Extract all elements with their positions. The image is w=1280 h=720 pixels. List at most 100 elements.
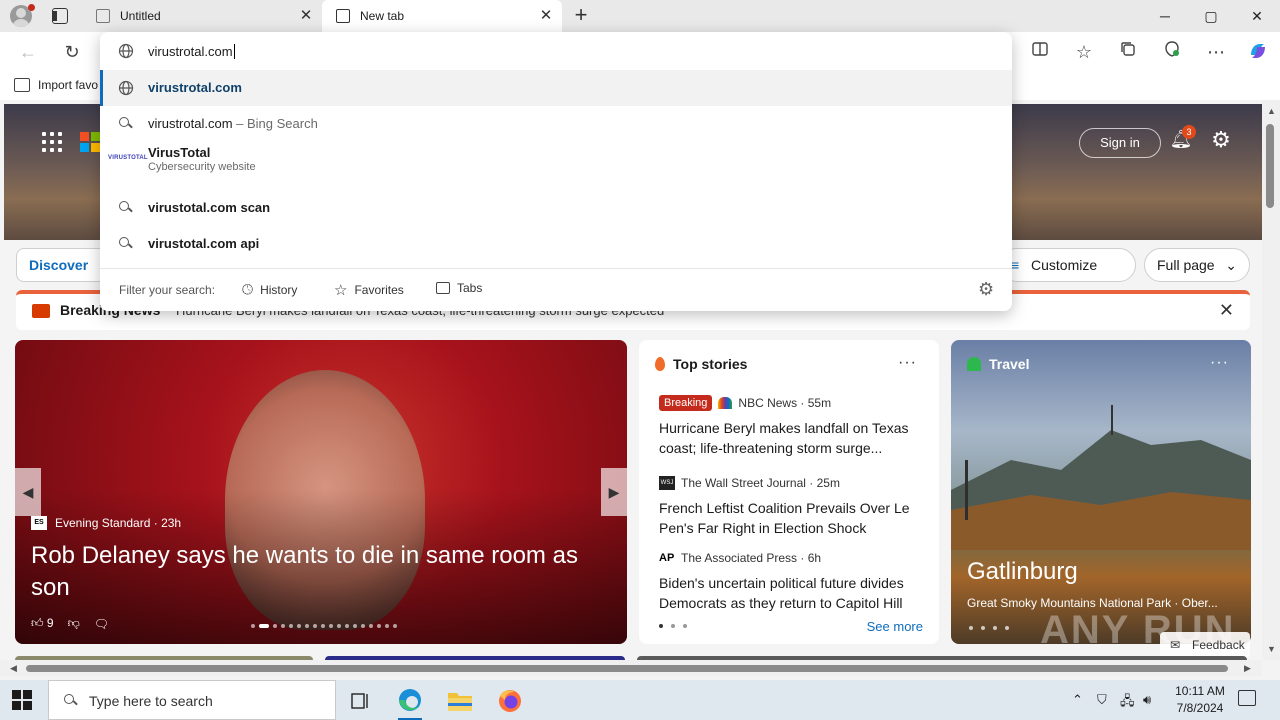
tab-actions-icon[interactable] (52, 8, 68, 24)
hero-headline[interactable]: Rob Delaney says he wants to die in same… (31, 540, 611, 604)
security-icon[interactable]: ⛉ (1097, 692, 1107, 708)
discover-tab[interactable]: Discover (16, 248, 106, 282)
volume-icon[interactable]: 🔊︎ (1143, 692, 1151, 708)
see-more-link[interactable]: See more (867, 619, 923, 634)
hero-reactions: 👍︎ 9 👎︎ 🗨︎ (31, 616, 109, 631)
scroll-down-icon[interactable]: ▼ (1267, 644, 1276, 654)
more-menu-icon[interactable]: ⋯ (1204, 40, 1228, 64)
breaking-badge: Breaking (659, 395, 713, 411)
collections-icon[interactable] (1116, 40, 1140, 64)
filter-label: Filter your search: (119, 283, 216, 297)
maximize-button[interactable]: ▢ (1188, 0, 1234, 32)
hero-news-card[interactable]: ◀ ▶ ES Evening Standard · 23h Rob Delane… (15, 340, 627, 644)
chevron-down-icon: ⌄ (1225, 257, 1237, 273)
scroll-right-icon[interactable]: ▶ (1244, 663, 1251, 674)
suggestion-label: virustrotal.com (148, 116, 233, 131)
copilot-icon[interactable] (1246, 40, 1270, 64)
horizontal-scroll-thumb[interactable] (26, 665, 1228, 672)
action-center-icon[interactable] (1238, 690, 1256, 706)
scroll-left-icon[interactable]: ◀ (10, 663, 17, 674)
newtab-icon (336, 9, 350, 23)
travel-heading: Travel (989, 356, 1030, 372)
sign-in-button[interactable]: Sign in (1079, 128, 1161, 158)
minimize-button[interactable]: ─ (1142, 0, 1188, 32)
suggestion-url[interactable]: virustrotal.com (100, 70, 1012, 106)
vertical-scrollbar[interactable]: ▲ ▼ (1262, 100, 1280, 660)
gear-icon[interactable]: ⚙ (978, 279, 994, 300)
layout-dropdown-label: Full page (1157, 257, 1215, 273)
carousel-prev-icon[interactable]: ◀ (15, 468, 41, 516)
import-favorites-button[interactable]: Import favo (14, 78, 98, 92)
dislike-icon[interactable]: 👎︎ (68, 616, 80, 631)
nbc-logo (718, 397, 733, 409)
story-source: NBC News · 55m (738, 396, 832, 410)
close-window-button[interactable]: ✕ (1234, 0, 1280, 32)
browser-essentials-icon[interactable] (1160, 40, 1184, 64)
system-clock[interactable]: 10:11 AM 7/8/2024 (1160, 683, 1240, 717)
evening-standard-logo: ES (31, 516, 47, 530)
tab-new-tab[interactable]: New tab ✕ (322, 0, 562, 32)
hero-source: ES Evening Standard · 23h (31, 516, 181, 530)
globe-icon (118, 80, 134, 96)
like-icon[interactable]: 👍︎ 9 (31, 616, 54, 631)
feedback-icon: ✉ (1170, 638, 1181, 652)
network-icon[interactable]: 🖧︎ (1120, 692, 1135, 714)
close-tab-icon[interactable]: ✕ (538, 8, 554, 24)
address-input[interactable]: virustrotal.com (148, 44, 233, 59)
file-explorer-icon[interactable] (438, 684, 482, 720)
feedback-label: Feedback (1192, 638, 1245, 652)
page-settings-gear-icon[interactable]: ⚙ (1209, 128, 1233, 152)
layout-dropdown[interactable]: Full page ⌄ (1144, 248, 1250, 282)
suggestion-search[interactable]: virustotal.com api (100, 226, 1012, 262)
new-tab-button[interactable]: + (570, 4, 592, 26)
customize-feed-button[interactable]: ≡ Customize feed (1000, 248, 1136, 305)
firefox-icon[interactable] (488, 684, 532, 720)
taskbar-search-box[interactable]: Type here to search (48, 680, 336, 720)
story-item[interactable]: WSJ The Wall Street Journal · 25m French… (659, 474, 923, 538)
fire-icon (655, 357, 665, 371)
horizontal-scrollbar[interactable]: ◀ ▶ (0, 660, 1262, 676)
story-item[interactable]: Breaking NBC News · 55m Hurricane Beryl … (659, 394, 923, 458)
hero-source-label: Evening Standard · 23h (55, 516, 182, 530)
feedback-button[interactable]: ✉ Feedback (1160, 632, 1250, 658)
app-launcher-icon[interactable] (42, 132, 62, 152)
story-item[interactable]: AP The Associated Press · 6h Biden's unc… (659, 549, 923, 613)
refresh-icon[interactable]: ↻ (60, 40, 84, 64)
tab-untitled[interactable]: Untitled ✕ (82, 0, 322, 32)
favorites-star-icon[interactable]: ☆ (1072, 40, 1096, 64)
show-hidden-icons-chevron[interactable]: ⌃ (1072, 692, 1083, 708)
windows-start-icon[interactable] (12, 690, 32, 710)
suggestion-label: virustotal.com api (148, 236, 260, 251)
search-icon (63, 693, 77, 707)
story-title[interactable]: French Leftist Coalition Prevails Over L… (659, 498, 923, 538)
back-arrow-icon[interactable]: ← (16, 40, 40, 64)
like-count: 9 (46, 616, 54, 630)
story-title[interactable]: Biden's uncertain political future divid… (659, 573, 923, 613)
suggestion-bing-search[interactable]: virustrotal.com – Bing Search (100, 106, 1012, 142)
suggestion-site-virustotal[interactable]: VIRUSTOTAL VirusTotal Cybersecurity webs… (100, 142, 1012, 182)
suggestion-label: virustotal.com scan (148, 200, 271, 215)
travel-pager (969, 626, 1009, 630)
vertical-scroll-thumb[interactable] (1266, 124, 1274, 208)
story-title[interactable]: Hurricane Beryl makes landfall on Texas … (659, 418, 923, 458)
more-options-icon[interactable]: ··· (898, 354, 917, 372)
more-options-icon[interactable]: ··· (1210, 354, 1229, 372)
travel-title[interactable]: Gatlinburg (967, 558, 1078, 586)
edge-browser-icon[interactable] (388, 684, 432, 720)
top-stories-card: Top stories ··· Breaking NBC News · 55m … (639, 340, 939, 644)
filter-tabs[interactable]: Tabs (436, 281, 482, 295)
close-tab-icon[interactable]: ✕ (298, 8, 314, 24)
filter-history[interactable]: 🕓︎ History (242, 281, 297, 298)
filter-favorites[interactable]: ☆ Favorites (334, 281, 404, 299)
split-screen-icon[interactable] (1028, 40, 1052, 64)
mountain-landscape (951, 405, 1251, 550)
address-bar[interactable]: virustrotal.com (100, 32, 1012, 70)
comment-icon[interactable]: 🗨︎ (94, 617, 109, 631)
stories-pager (659, 624, 687, 628)
close-icon[interactable]: ✕ (1219, 300, 1234, 321)
suggestion-search[interactable]: virustotal.com scan (100, 190, 1012, 226)
scroll-up-icon[interactable]: ▲ (1267, 106, 1276, 116)
task-view-icon[interactable] (338, 684, 382, 720)
carousel-next-icon[interactable]: ▶ (601, 468, 627, 516)
travel-card[interactable]: Travel ··· Gatlinburg Great Smoky Mounta… (951, 340, 1251, 644)
